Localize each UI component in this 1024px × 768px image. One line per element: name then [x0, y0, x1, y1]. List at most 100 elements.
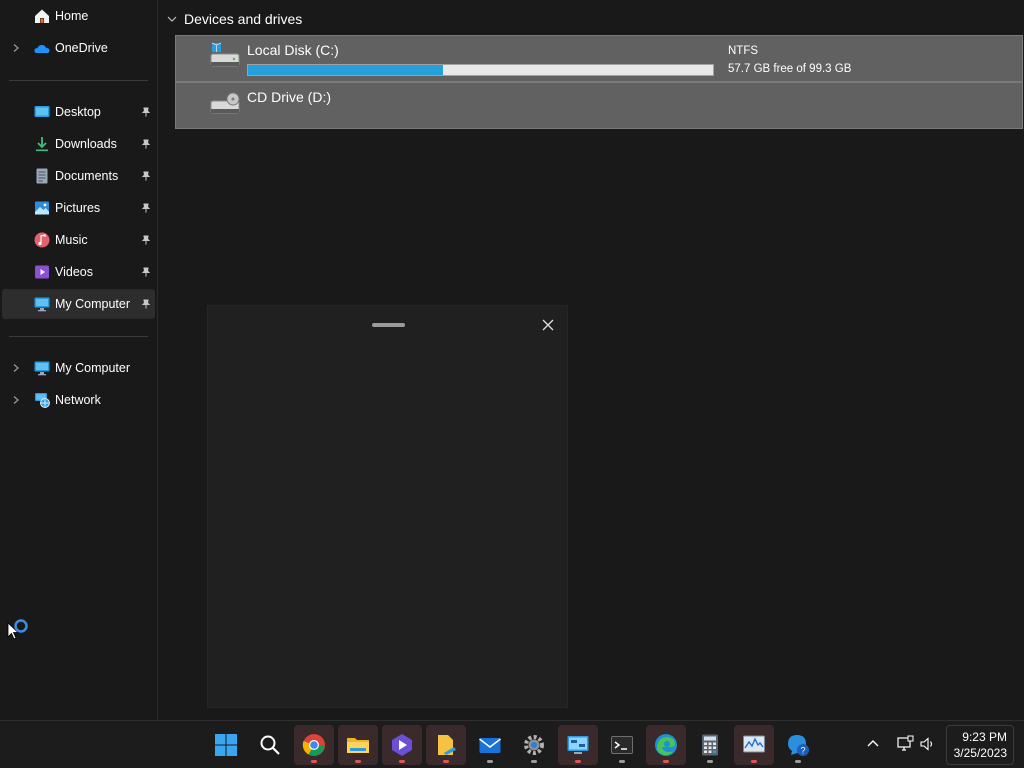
group-title: Devices and drives: [184, 11, 303, 27]
taskbar-control-panel[interactable]: [558, 725, 598, 765]
taskbar-terminal[interactable]: [602, 725, 642, 765]
control-panel-icon: [567, 736, 589, 754]
clock[interactable]: 9:23 PM 3/25/2023: [946, 725, 1014, 765]
taskbar-calculator[interactable]: [690, 725, 730, 765]
separator: [9, 80, 148, 81]
svg-text:?: ?: [800, 746, 805, 756]
nav-item-my-computer[interactable]: My Computer: [2, 353, 155, 383]
drive-name: CD Drive (D:): [247, 89, 331, 105]
hard-drive-icon: [210, 42, 240, 67]
nav-item-my-computer-pinned[interactable]: My Computer: [2, 289, 155, 319]
home-icon: [35, 9, 49, 23]
nav-item-label: Videos: [55, 265, 93, 279]
nav-item-desktop[interactable]: Desktop: [2, 97, 155, 127]
nav-item-videos[interactable]: Videos: [2, 257, 155, 287]
help-icon: ?: [788, 735, 809, 756]
running-indicator: [531, 760, 537, 763]
chevron-up-icon[interactable]: [864, 735, 882, 753]
nav-item-music[interactable]: Music: [2, 225, 155, 255]
drive-filesystem: NTFS: [728, 45, 759, 57]
drive-local-disk-c[interactable]: Local Disk (C:) NTFS 57.7 GB free of 99.…: [175, 35, 1023, 82]
nav-item-label: My Computer: [55, 297, 131, 311]
terminal-icon: [611, 736, 633, 754]
file-edit-icon: [438, 735, 456, 755]
nav-item-label: Documents: [55, 169, 119, 183]
running-indicator: [311, 760, 317, 763]
nav-item-home[interactable]: Home: [2, 1, 155, 31]
clock-date: 3/25/2023: [953, 746, 1007, 760]
pin-icon[interactable]: [141, 139, 151, 149]
running-indicator: [619, 760, 625, 763]
pin-icon[interactable]: [141, 171, 151, 181]
start-button[interactable]: [206, 725, 246, 765]
chevron-right-icon[interactable]: [11, 43, 21, 53]
pin-icon[interactable]: [141, 299, 151, 309]
taskbar: ? 9:23 PM 3/25/2023: [0, 720, 1024, 768]
settings-gear-icon: [524, 735, 544, 755]
group-header[interactable]: Devices and drives: [166, 8, 302, 30]
network-status-icon[interactable]: [896, 735, 914, 753]
drive-usage-fill: [248, 65, 443, 75]
running-indicator: [795, 760, 801, 763]
chevron-right-icon[interactable]: [11, 395, 21, 405]
pin-icon[interactable]: [141, 107, 151, 117]
running-indicator: [443, 760, 449, 763]
nav-item-label: Desktop: [55, 105, 101, 119]
chevron-right-icon[interactable]: [11, 363, 21, 373]
drive-usage-bar: [247, 64, 714, 76]
close-icon[interactable]: [541, 318, 555, 332]
running-indicator: [399, 760, 405, 763]
computer-icon: [34, 297, 50, 312]
drag-handle[interactable]: [372, 323, 405, 327]
taskbar-app-installer[interactable]: [426, 725, 466, 765]
search-button[interactable]: [250, 725, 290, 765]
clipchamp-icon: [392, 734, 412, 756]
taskbar-performance-monitor[interactable]: [734, 725, 774, 765]
desktop-icon: [34, 106, 50, 117]
nav-item-label: OneDrive: [55, 41, 108, 55]
nav-item-label: Home: [55, 9, 89, 23]
mail-icon: [479, 738, 501, 753]
running-indicator: [355, 760, 361, 763]
separator: [9, 336, 148, 337]
running-indicator: [707, 760, 713, 763]
volume-icon[interactable]: [919, 735, 937, 753]
taskbar-edge[interactable]: [646, 725, 686, 765]
pin-icon[interactable]: [141, 203, 151, 213]
nav-item-pictures[interactable]: Pictures: [2, 193, 155, 223]
documents-icon: [36, 168, 48, 184]
pin-icon[interactable]: [141, 267, 151, 277]
nav-item-onedrive[interactable]: OneDrive: [2, 33, 155, 63]
drive-free-space: 57.7 GB free of 99.3 GB: [728, 63, 852, 75]
taskbar-chrome[interactable]: [294, 725, 334, 765]
nav-item-label: Network: [55, 393, 101, 407]
taskbar-mail[interactable]: [470, 725, 510, 765]
clock-time: 9:23 PM: [962, 730, 1007, 744]
windows-start-icon: [215, 734, 237, 756]
nav-item-downloads[interactable]: Downloads: [2, 129, 155, 159]
edge-icon: [655, 734, 677, 756]
drive-name: Local Disk (C:): [247, 42, 339, 58]
chevron-down-icon[interactable]: [166, 13, 178, 25]
navigation-pane: Home OneDrive Desktop Downloads Document…: [0, 0, 158, 720]
pin-icon[interactable]: [141, 235, 151, 245]
downloads-icon: [36, 137, 48, 152]
onedrive-icon: [34, 44, 50, 53]
taskbar-clipchamp[interactable]: [382, 725, 422, 765]
folder-icon: [347, 738, 369, 753]
floating-panel: [207, 305, 568, 708]
taskbar-get-help[interactable]: ?: [778, 725, 818, 765]
chrome-icon: [302, 734, 325, 756]
nav-item-documents[interactable]: Documents: [2, 161, 155, 191]
taskbar-settings[interactable]: [514, 725, 554, 765]
busy-cursor-icon: [7, 619, 28, 640]
nav-item-label: Music: [55, 233, 88, 247]
pictures-icon: [35, 201, 49, 215]
search-icon: [260, 735, 280, 755]
taskbar-file-explorer[interactable]: [338, 725, 378, 765]
performance-monitor-icon: [743, 735, 765, 753]
nav-item-label: My Computer: [55, 361, 131, 375]
running-indicator: [663, 760, 669, 763]
drive-cd-d[interactable]: CD Drive (D:): [175, 82, 1023, 129]
nav-item-network[interactable]: Network: [2, 385, 155, 415]
